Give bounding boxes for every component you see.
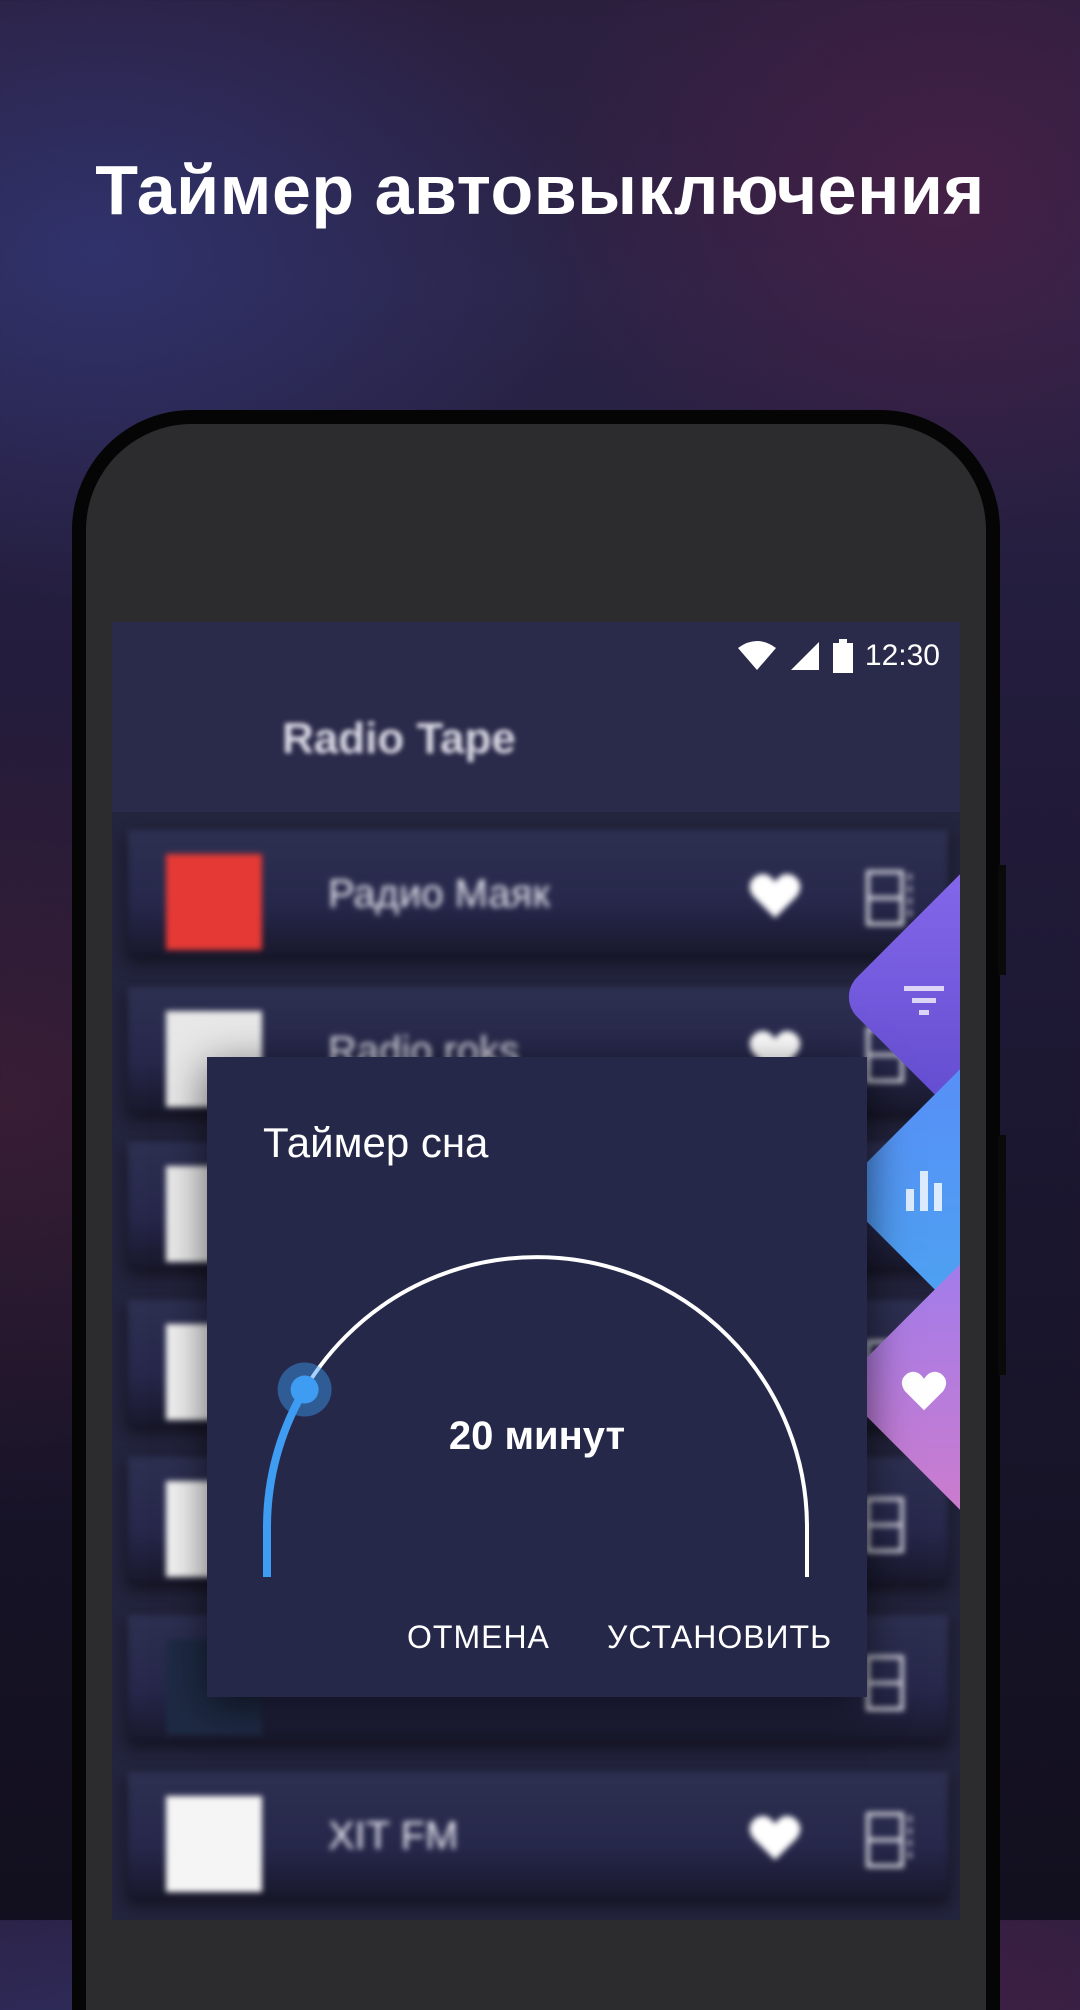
timer-value: 20 минут (448, 1414, 626, 1458)
station-logo (166, 1796, 262, 1892)
drag-handle-icon[interactable] (864, 1495, 918, 1555)
set-button[interactable]: УСТАНОВИТЬ (607, 1619, 832, 1656)
phone-side-button (998, 865, 1006, 975)
wifi-icon (737, 641, 776, 670)
favorite-heart-icon[interactable] (748, 872, 802, 920)
drag-handle-icon[interactable] (864, 1653, 918, 1713)
timer-dial[interactable] (207, 1057, 867, 1697)
app-title: Radio Tape (282, 714, 516, 763)
phone-side-button (998, 1135, 1006, 1375)
drag-handle-icon[interactable] (864, 868, 918, 928)
battery-icon (832, 639, 853, 673)
drag-handle-icon[interactable] (864, 1810, 918, 1870)
station-row[interactable]: Радио Маяк (128, 830, 948, 956)
signal-icon (790, 642, 819, 670)
dial-knob[interactable] (290, 1375, 319, 1404)
app-bar: Radio Tape (112, 690, 960, 812)
headline: Таймер автовыключения (95, 151, 985, 229)
filter-icon (904, 986, 944, 1015)
status-time: 12:30 (864, 639, 940, 672)
station-name: Радио Маяк (328, 872, 550, 916)
station-logo (166, 854, 262, 950)
favorite-heart-icon[interactable] (748, 1814, 802, 1862)
equalizer-icon (906, 1171, 942, 1211)
station-name: XIT FM (328, 1814, 459, 1858)
station-row[interactable]: XIT FM (128, 1772, 948, 1898)
sleep-timer-dialog: Таймер сна 20 минут ОТМЕНА УСТАНОВИТЬ (207, 1057, 867, 1697)
cancel-button[interactable]: ОТМЕНА (407, 1619, 550, 1656)
heart-icon (901, 1371, 947, 1411)
status-bar: 12:30 (112, 622, 960, 690)
